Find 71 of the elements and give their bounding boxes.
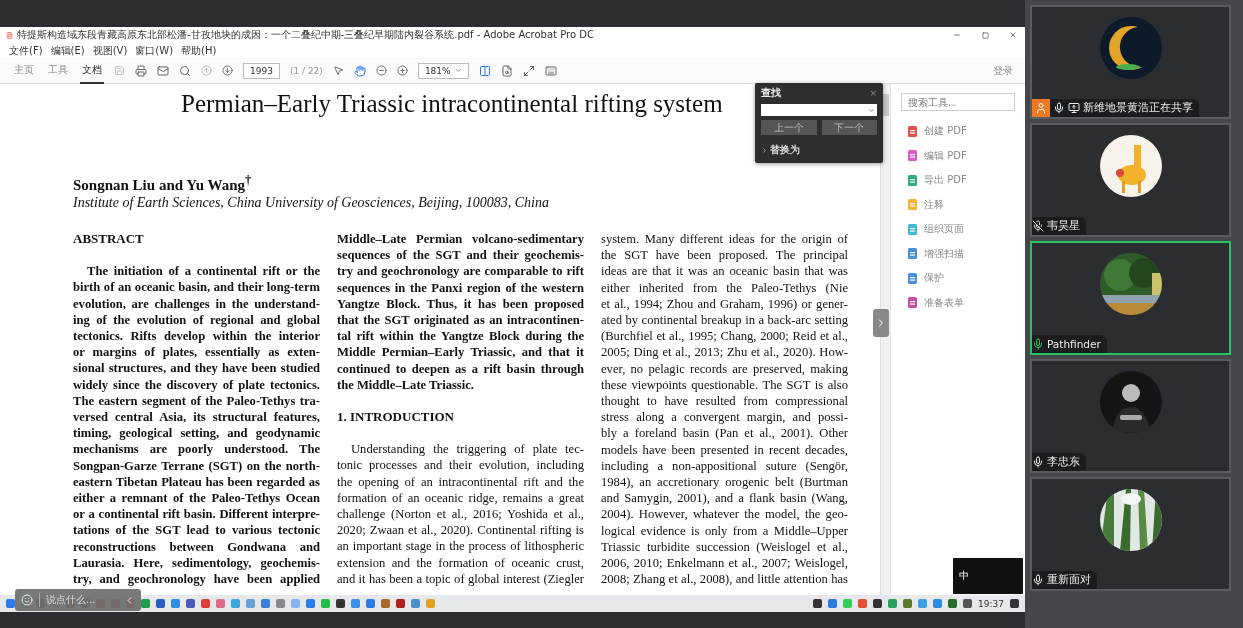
close-button[interactable]: × — [869, 88, 877, 98]
search-icon[interactable] — [179, 64, 191, 77]
page-search-icon[interactable] — [500, 64, 513, 77]
hand-icon[interactable] — [353, 64, 366, 77]
collapse-button[interactable] — [873, 309, 889, 337]
fit-page-icon[interactable] — [478, 64, 491, 77]
notification-icon[interactable] — [1010, 599, 1019, 608]
zoom-dropdown[interactable]: 181% — [417, 62, 469, 79]
paragraph: Understanding the triggering of plate tec- tonic processes and their evolution, including the opening of an intracontinental rift and the formation of an oceanic ridge, remains a great challenge (Norton et al., 2016; Yoshida et al., 2020; Zwaan et al., 2020). Continental rifting is an important stage in the process of lithospheric extension and the formation of oceanic crust, and it has been a topic of global interest (Ziegler — [337, 441, 584, 588]
caret-icon — [454, 67, 462, 74]
section-heading: ABSTRACT — [73, 231, 145, 248]
participant-name: 新维地景黄浩正在共享 — [1083, 101, 1193, 115]
participant-name: 重新面对 — [1047, 573, 1091, 587]
participant-tile[interactable]: 重新面对 — [1030, 477, 1231, 591]
participant-name: 韦昊星 — [1047, 219, 1080, 233]
close-icon[interactable] — [1009, 31, 1017, 39]
menu-item[interactable]: 视图(V) — [92, 43, 128, 58]
print-icon[interactable] — [135, 64, 147, 77]
tool-search-field[interactable]: 搜索工具... — [901, 93, 1015, 111]
replace-toggle[interactable]: 替换为 — [761, 143, 877, 157]
menu-item[interactable]: 窗口(W) — [135, 43, 174, 58]
sign-in-link[interactable]: 登录 — [993, 63, 1013, 78]
fullscreen-icon[interactable] — [522, 64, 535, 77]
tool-item[interactable]: 准备表单 — [901, 294, 1015, 311]
tool-item[interactable]: 增强扫描 — [901, 245, 1015, 262]
page-count: (1 / 22) — [289, 65, 323, 76]
page-down-icon[interactable] — [222, 65, 233, 76]
menu-item[interactable]: 编辑(E) — [50, 43, 85, 58]
restore-icon[interactable] — [981, 31, 989, 39]
keyboard-icon[interactable] — [544, 64, 557, 77]
participant-tile[interactable]: Pathfinder — [1030, 241, 1231, 355]
paragraph: Middle–Late Permian volcano-sedimentary sequences of the SGT and their geochemis- try and geochronology are comparable to rift sequences in the Panxi region of the western Yangtze Block. Thus, it has been proposed that the SGT originated as an intracontinen- tal rift within the Yangtze Block during the Middle Permian–Early Triassic, and that it continued to deepen as a rift basin through the Middle–Late Triassic. — [337, 231, 584, 394]
tab[interactable]: 主页 — [12, 57, 36, 84]
tool-item[interactable]: 编辑 PDF — [901, 147, 1015, 164]
page-up-icon[interactable] — [201, 65, 212, 76]
tool-item[interactable]: 组织页面 — [901, 221, 1015, 238]
window-title: 特提斯构造域东段青藏高原东北部松潘-甘孜地块的成因：一个二叠纪中期-三叠纪早期陆内裂谷系统.pdf - Adobe Acrobat Pro DC — [17, 28, 595, 42]
document-title: Permian–Early Triassic intracontinental rifting system — [181, 90, 723, 118]
mail-icon[interactable] — [157, 64, 169, 77]
clock: 19:37 — [978, 598, 1004, 609]
authors: Songnan Liu and Yu Wang$^{†}$ — [73, 173, 253, 194]
participant-tile[interactable]: 李忠东 — [1030, 359, 1231, 473]
tool-item[interactable]: 保护 — [901, 270, 1015, 287]
save-icon[interactable] — [114, 65, 125, 76]
participant-tile[interactable]: 韦昊星 — [1030, 123, 1231, 237]
zoom-out-icon[interactable] — [375, 65, 387, 76]
participant-tile[interactable]: 新维地景黄浩正在共享 — [1030, 5, 1231, 119]
ime-widget[interactable]: 中 — [953, 558, 1023, 594]
find-title: 查找 — [761, 86, 781, 100]
participant-name: 李忠东 — [1047, 455, 1080, 469]
pdf-icon — [6, 31, 13, 39]
zoom-in-icon[interactable] — [396, 65, 408, 76]
pointer-icon[interactable] — [332, 65, 344, 76]
caret-icon — [761, 146, 768, 154]
caret-icon[interactable] — [868, 106, 875, 114]
menu-item[interactable]: 文件(F) — [9, 43, 43, 58]
page-number-field[interactable]: 1993 — [243, 62, 280, 79]
find-field[interactable] — [761, 104, 877, 116]
tab[interactable]: 工具 — [46, 57, 70, 84]
replace-label: 替换为 — [770, 143, 800, 157]
smile-icon — [21, 594, 33, 606]
participant-name: Pathfinder — [1047, 338, 1101, 350]
affiliation: Institute of Earth Sciences, China University of Geosciences, Beijing, 100083, China — [73, 195, 550, 211]
section-heading: 1. INTRODUCTION — [337, 409, 455, 426]
menu-item[interactable]: 帮助(H) — [181, 43, 217, 58]
paragraph: The initiation of a continental rift or the birth of an oceanic basin, and their long-term evolution, are challenges in the understand- ing of the evolution of regional and global tectonics. Rifts develop within the interior or margins of plates, essentially as exten- sional structures, and they have been studied widely since the discovery of plate tectonics. The eastern segment of the Paleo-Tethys tra- versed central Asia, its structural features, timing, geological setting, and geodynamic mechanisms are poorly understood. The Songpan-Garze Terrane (SGT) on the north- eastern Tibetan Plateau has been regarded as either a remnant of the Paleo-Tethys Ocean or a continental rift basin. Different interpre- tations of the SGT lead to various tectonic reconstructions between Gondwana and Laurasia. Here, sedimentology, geochemis- try, and geochronology have been applied — [73, 263, 320, 588]
tool-item[interactable]: 导出 PDF — [901, 172, 1015, 189]
paragraph: system. Many different ideas for the origin of the SGT have been proposed. The principal ideas are that it was an oceanic basin that was either inherited from the Paleo-Tethys (Nie et al., 1994; Zhou and Graham, 1996) or gener- ated by continental breakup in a back-arc setting (Burchfiel et al., 1995; Chang, 2000; Reid et al., 2005; Ding et al., 2013; Zhu et al., 2020). How- ever, no pelagic records are preserved, making these viewpoints questionable. The SGT is also thought to have resulted from compressional stress along a convergent margin, and possi- bly a foreland basin (Pan et al., 2001). Other models have been presented in recent decades, including a non-appositional suture (Sengör, 1984), an accretionary orogenic belt (Burtman and Samygin, 2001), and a flank basin (Wang, 2004). However, whatever the model, the geo- logical evidence is only from a Middle–Upper Triassic turbidite succession (Weislogel et al., 2006, 2010; Enkelmann et al., 2007; Weislogel, 2008; Zhang et al., 2008), and little attention has — [601, 231, 848, 588]
tool-item[interactable]: 注释 — [901, 196, 1015, 213]
minimize-icon[interactable] — [953, 31, 961, 39]
tool-item[interactable]: 创建 PDF — [901, 123, 1015, 140]
